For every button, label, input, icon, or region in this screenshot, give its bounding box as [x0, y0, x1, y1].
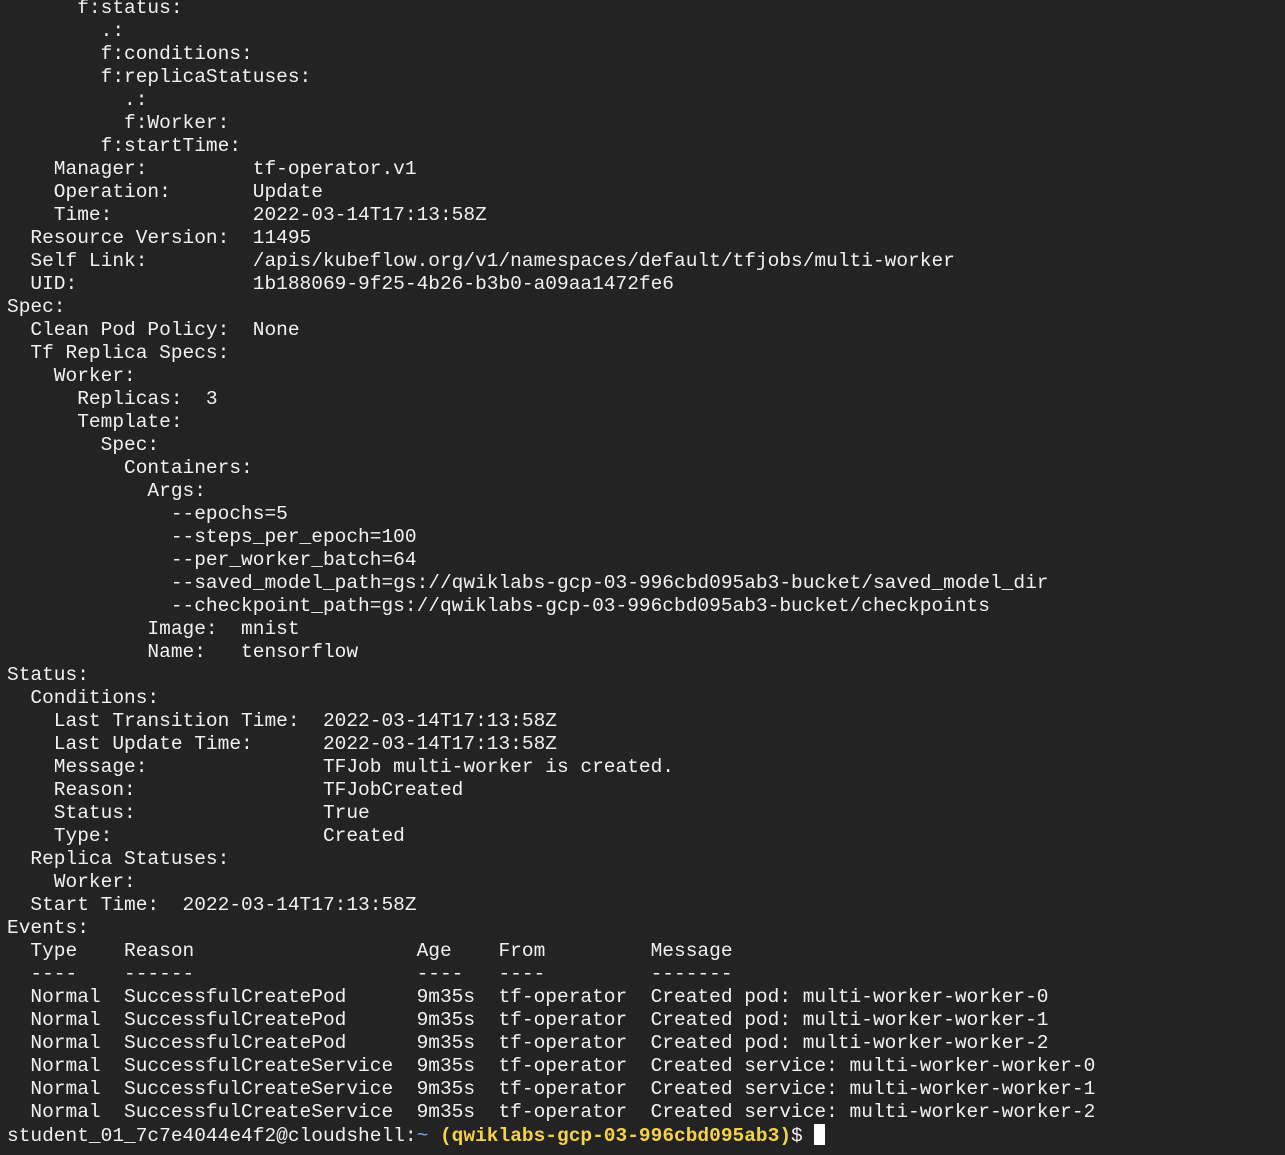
terminal-line: Status: True: [7, 802, 370, 824]
terminal-line: Tf Replica Specs:: [7, 342, 230, 364]
terminal-line: Time: 2022-03-14T17:13:58Z: [7, 204, 487, 226]
terminal-line: .:: [7, 89, 148, 111]
terminal-line: Clean Pod Policy: None: [7, 319, 300, 341]
terminal-line: --per_worker_batch=64: [7, 549, 417, 571]
terminal-output: f:status: .: f:conditions: f:replicaStat…: [7, 0, 1095, 1124]
terminal-line: Normal SuccessfulCreateService 9m35s tf-…: [7, 1055, 1096, 1077]
terminal-line: Message: TFJob multi-worker is created.: [7, 756, 675, 778]
terminal-line: f:status:: [7, 0, 183, 19]
terminal-line: Reason: TFJobCreated: [7, 779, 464, 801]
terminal-line: Operation: Update: [7, 181, 323, 203]
terminal-line: UID: 1b188069-9f25-4b26-b3b0-a09aa1472fe…: [7, 273, 675, 295]
terminal-line: Name: tensorflow: [7, 641, 359, 663]
prompt-user-host: student_01_7c7e4044e4f2@cloudshell:: [7, 1125, 417, 1147]
terminal-line: Conditions:: [7, 687, 160, 709]
terminal-line: Normal SuccessfulCreatePod 9m35s tf-oper…: [7, 986, 1049, 1008]
terminal-line: Image: mnist: [7, 618, 300, 640]
terminal-line: f:replicaStatuses:: [7, 66, 312, 88]
terminal-window[interactable]: f:status: .: f:conditions: f:replicaStat…: [0, 0, 1285, 1155]
terminal-line: Worker:: [7, 871, 136, 893]
prompt-symbol: $: [791, 1125, 815, 1147]
terminal-line: Last Update Time: 2022-03-14T17:13:58Z: [7, 733, 557, 755]
terminal-line: Type Reason Age From Message: [7, 940, 733, 962]
terminal-line: f:Worker:: [7, 112, 230, 134]
terminal-line: Spec:: [7, 434, 160, 456]
terminal-line: --saved_model_path=gs://qwiklabs-gcp-03-…: [7, 572, 1049, 594]
terminal-line: Start Time: 2022-03-14T17:13:58Z: [7, 894, 417, 916]
terminal-line: Normal SuccessfulCreateService 9m35s tf-…: [7, 1078, 1096, 1100]
terminal-line: Worker:: [7, 365, 136, 387]
terminal-line: Manager: tf-operator.v1: [7, 158, 417, 180]
terminal-line: --checkpoint_path=gs://qwiklabs-gcp-03-9…: [7, 595, 990, 617]
terminal-line: Replicas: 3: [7, 388, 218, 410]
terminal-line: Replica Statuses:: [7, 848, 230, 870]
terminal-line: Type: Created: [7, 825, 405, 847]
terminal-line: f:conditions:: [7, 43, 253, 65]
terminal-line: Events:: [7, 917, 89, 939]
terminal-line: --steps_per_epoch=100: [7, 526, 417, 548]
terminal-line: Normal SuccessfulCreatePod 9m35s tf-oper…: [7, 1009, 1049, 1031]
terminal-line: Containers:: [7, 457, 253, 479]
terminal-line: Args:: [7, 480, 206, 502]
terminal-line: Status:: [7, 664, 89, 686]
terminal-line: .:: [7, 20, 125, 42]
prompt-path: ~: [416, 1125, 429, 1147]
terminal-line: Resource Version: 11495: [7, 227, 312, 249]
terminal-line: Self Link: /apis/kubeflow.org/v1/namespa…: [7, 250, 955, 272]
terminal-line: Template:: [7, 411, 183, 433]
prompt-project: (qwiklabs-gcp-03-996cbd095ab3): [428, 1125, 792, 1147]
terminal-line: ---- ------ ---- ---- -------: [7, 963, 733, 985]
command-prompt[interactable]: student_01_7c7e4044e4f2@cloudshell:~ (qw…: [7, 1124, 826, 1148]
terminal-line: f:startTime:: [7, 135, 242, 157]
terminal-line: Normal SuccessfulCreateService 9m35s tf-…: [7, 1101, 1096, 1123]
terminal-line: Last Transition Time: 2022-03-14T17:13:5…: [7, 710, 557, 732]
terminal-line: Spec:: [7, 296, 66, 318]
terminal-line: Normal SuccessfulCreatePod 9m35s tf-oper…: [7, 1032, 1049, 1054]
text-cursor[interactable]: [814, 1124, 826, 1145]
terminal-line: --epochs=5: [7, 503, 288, 525]
